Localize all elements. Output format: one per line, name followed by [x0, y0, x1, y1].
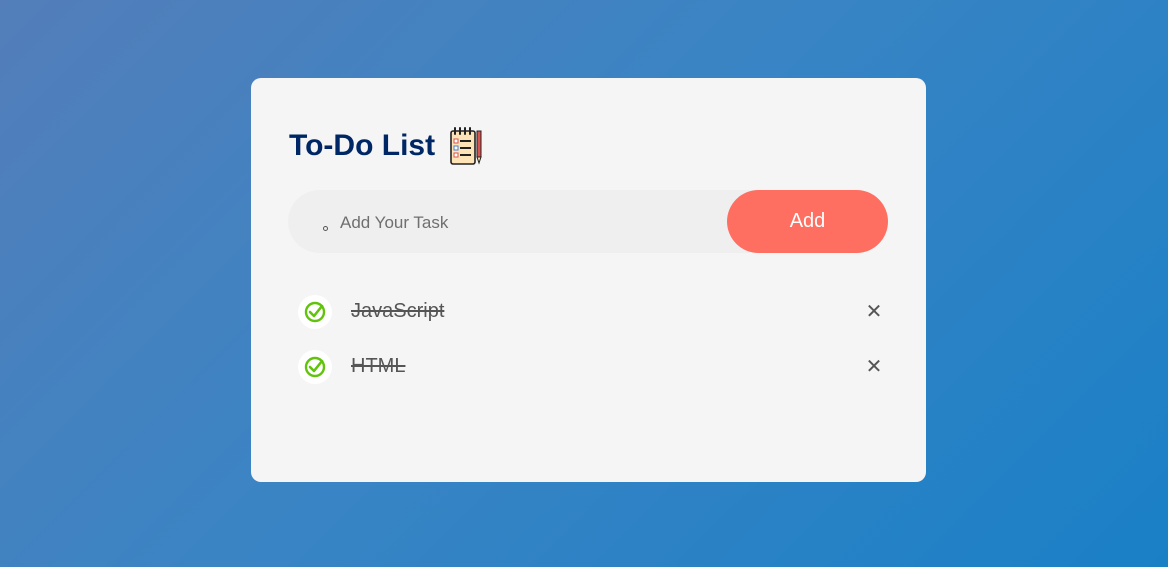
notepad-icon [449, 126, 483, 166]
task-list: JavaScript ✕ HTML ✕ [298, 293, 888, 403]
checked-icon[interactable] [298, 350, 332, 384]
checked-icon[interactable] [298, 295, 332, 329]
todo-card: To-Do List Add Your Task Add JavaScript … [251, 78, 926, 482]
delete-icon[interactable]: ✕ [860, 352, 888, 380]
task-input-row: Add [288, 190, 888, 255]
cursor-dot [323, 226, 328, 231]
title-row: To-Do List [289, 126, 483, 166]
add-button[interactable]: Add [727, 190, 888, 253]
task-item[interactable]: HTML ✕ [298, 348, 888, 403]
task-item[interactable]: JavaScript ✕ [298, 293, 888, 348]
task-label: HTML [351, 355, 406, 377]
task-label: JavaScript [351, 300, 445, 322]
delete-icon[interactable]: ✕ [860, 297, 888, 325]
task-input[interactable] [338, 190, 722, 255]
page-title: To-Do List [289, 129, 436, 162]
